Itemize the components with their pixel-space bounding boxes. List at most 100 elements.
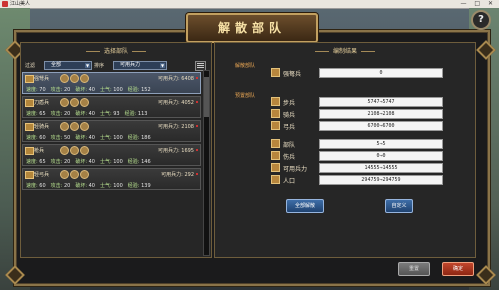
stat-label-attack: 攻击: <box>50 135 63 141</box>
general-portraits <box>60 74 90 85</box>
stat-morale: 100 <box>113 135 123 141</box>
troop-flag-icon <box>25 99 34 107</box>
sort-row: 排序 <box>94 62 104 69</box>
reserve-row-value: 6700→6700 <box>319 121 443 131</box>
reserve-row-label: 弓兵 <box>283 124 296 131</box>
stat-break: 40 <box>88 159 95 165</box>
troop-power-value: 2108 <box>181 124 194 130</box>
troop-flag-icon <box>25 147 34 155</box>
stat-speed: 70 <box>39 87 46 93</box>
reset-button[interactable]: 重置 <box>398 262 430 276</box>
status-dot-icon <box>196 101 198 103</box>
troop-list-scrollbar[interactable] <box>203 70 210 256</box>
stat-label-morale: 士气: <box>99 87 112 93</box>
troop-row[interactable]: 刀盾兵 可用兵力: 4052 速度: 65 攻击: 20 破坏: 40 士气: 93 经验:… <box>22 96 201 118</box>
troop-power-label: 可用兵力: <box>161 172 183 178</box>
window-controls[interactable]: — □ ✕ <box>460 0 496 8</box>
stat-speed: 60 <box>39 183 46 189</box>
troop-power-value: 4052 <box>181 100 194 106</box>
reserve-section-label: 预置部队 <box>235 93 256 99</box>
troop-row[interactable]: 轻骑兵 可用兵力: 2108 速度: 60 攻击: 50 破坏: 40 士气: 100 经验… <box>22 120 201 142</box>
general-avatar <box>80 170 89 179</box>
troop-row[interactable]: 强弩兵 可用兵力: 6408 速度: 70 攻击: 20 破坏: 40 士气: 100 经验… <box>22 72 201 94</box>
stat-label-break: 破坏: <box>75 135 87 141</box>
summary-row-label: 部队 <box>283 142 296 149</box>
stat-label-speed: 速度: <box>26 183 38 189</box>
status-dot-icon <box>196 149 198 151</box>
sort-value: 可用兵力 <box>120 62 141 68</box>
general-avatar <box>70 146 79 155</box>
stat-exp: 186 <box>141 135 151 141</box>
help-button[interactable]: ? <box>471 10 491 30</box>
reserve-row-label: 骑兵 <box>283 112 296 119</box>
general-portraits <box>60 170 90 181</box>
troop-power-label: 可用兵力: <box>157 148 180 154</box>
stat-label-exp: 经验: <box>124 111 137 117</box>
general-avatar <box>70 122 79 131</box>
dialog-title-plate: 解散部队 <box>186 13 318 43</box>
confirm-button[interactable]: 确定 <box>442 262 474 276</box>
general-portraits <box>60 122 90 133</box>
stat-label-attack: 攻击: <box>50 159 63 165</box>
reserve-row-value: 2108→2108 <box>319 109 443 119</box>
stat-attack: 20 <box>63 111 71 117</box>
stat-label-break: 破坏: <box>75 87 87 93</box>
chevron-down-icon: ▼ <box>160 63 165 68</box>
stat-label-speed: 速度: <box>26 111 38 117</box>
general-avatar <box>80 98 89 107</box>
filter-row: 过滤 <box>25 62 35 69</box>
stat-break: 40 <box>88 135 95 141</box>
troop-flag-icon <box>25 123 34 131</box>
stat-label-exp: 经验: <box>127 87 140 93</box>
stat-label-speed: 速度: <box>26 159 38 165</box>
reserve-row-value: 5747→5747 <box>319 97 443 107</box>
scrollbar-thumb[interactable] <box>204 77 209 117</box>
troop-power: 可用兵力: 4052 <box>158 99 194 106</box>
troop-power-label: 可用兵力: <box>157 124 180 130</box>
disband-troop-value: 0 <box>319 68 443 78</box>
summary-row-icon <box>271 175 280 184</box>
general-avatar <box>70 98 79 107</box>
stat-speed: 65 <box>39 111 46 117</box>
stat-attack: 50 <box>63 135 71 141</box>
troop-row[interactable]: 轻弓兵 可用兵力: 292 速度: 60 攻击: 20 破坏: 40 士气: 100 经验:… <box>22 168 201 190</box>
disband-all-button[interactable]: 全部解散 <box>286 199 324 213</box>
sort-select[interactable]: 可用兵力 ▼ <box>113 61 167 70</box>
troop-name: 强弩兵 <box>34 76 50 82</box>
disband-troop-name: 强弩兵 <box>283 71 302 78</box>
disband-troop-icon <box>271 68 280 77</box>
troop-power-value: 1695 <box>181 148 194 154</box>
troop-name: 刀盾兵 <box>34 100 50 106</box>
status-dot-icon <box>196 125 198 127</box>
stat-label-morale: 士气: <box>99 111 112 117</box>
status-dot-icon <box>196 77 198 79</box>
stat-label-attack: 攻击: <box>50 183 63 189</box>
stat-label-exp: 经验: <box>127 183 140 189</box>
filter-select[interactable]: 全部 ▼ <box>44 61 92 70</box>
stat-label-speed: 速度: <box>26 135 38 141</box>
troop-stats: 速度: 65 攻击: 20 破坏: 40 士气: 100 经验: 146 <box>26 158 156 165</box>
troop-stats: 速度: 70 攻击: 20 破坏: 40 士气: 100 经验: 152 <box>26 86 156 93</box>
stat-label-exp: 经验: <box>127 135 140 141</box>
custom-button[interactable]: 自定义 <box>385 199 413 213</box>
troop-power-label: 可用兵力: <box>157 100 180 106</box>
general-avatar <box>60 74 69 83</box>
stat-speed: 65 <box>39 159 46 165</box>
panel-title-select: 选择部队 <box>21 46 211 55</box>
general-avatar <box>80 74 89 83</box>
stat-attack: 20 <box>63 183 71 189</box>
summary-row-label: 伤兵 <box>283 154 296 161</box>
window-titlebar: 江山美人 — □ ✕ <box>0 0 499 9</box>
stat-morale: 100 <box>113 183 123 189</box>
troop-power-label: 可用兵力: <box>157 76 180 82</box>
stat-break: 40 <box>88 87 95 93</box>
troop-power-value: 6408 <box>181 76 194 82</box>
troop-stats: 速度: 60 攻击: 20 破坏: 40 士气: 100 经验: 139 <box>26 182 156 189</box>
stat-morale: 100 <box>113 87 123 93</box>
troop-power: 可用兵力: 2108 <box>158 123 194 130</box>
stat-attack: 20 <box>63 87 71 93</box>
general-avatar <box>70 170 79 179</box>
troop-stats: 速度: 65 攻击: 20 破坏: 40 士气: 93 经验: 113 <box>26 110 152 117</box>
reserve-row-icon <box>271 121 280 130</box>
troop-row[interactable]: 枪兵 可用兵力: 1695 速度: 65 攻击: 20 破坏: 40 士气: 100 经验:… <box>22 144 201 166</box>
